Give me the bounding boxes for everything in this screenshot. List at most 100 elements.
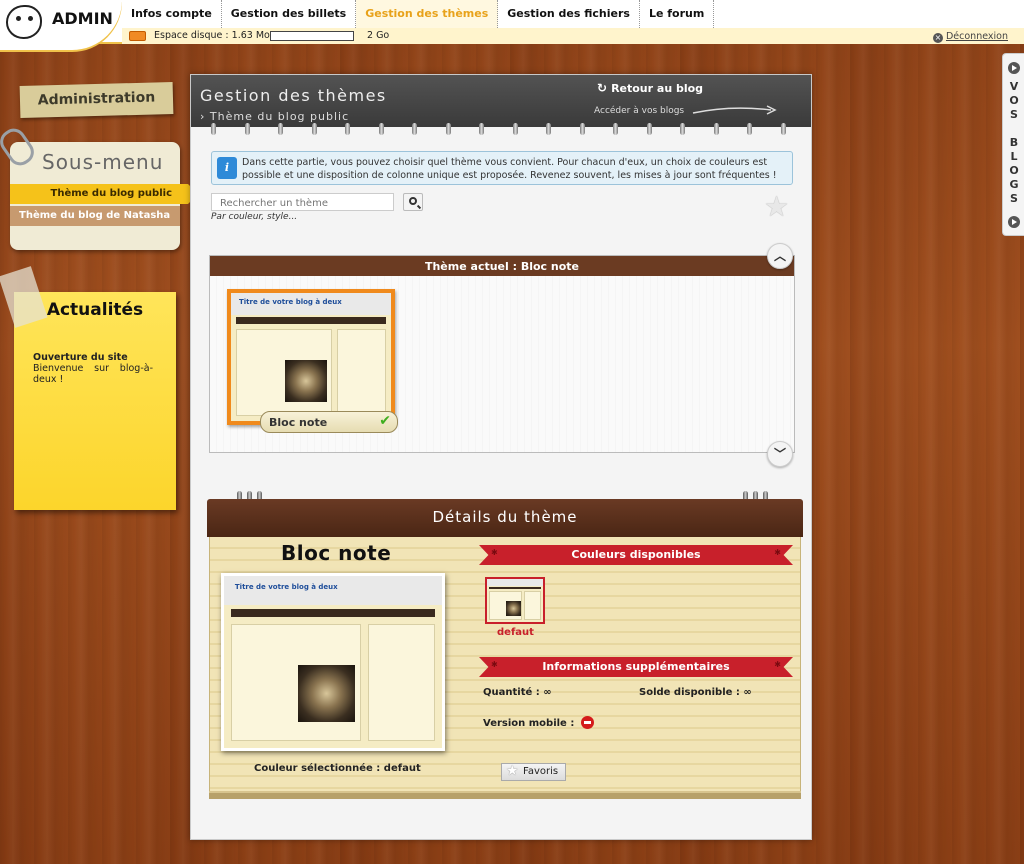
preview-image	[506, 601, 521, 616]
tab-gestion-themes[interactable]: Gestion des thèmes	[356, 0, 499, 28]
vos-blogs-label: VOS BLOGS	[1003, 80, 1024, 206]
current-theme-label: Bloc note ✔	[260, 411, 398, 433]
star-icon: ★	[506, 763, 519, 779]
search-hint: Par couleur, style...	[211, 212, 298, 222]
admin-logo[interactable]: ADMIN	[0, 0, 122, 50]
notebook-ring	[278, 123, 283, 135]
notebook-ring	[680, 123, 685, 135]
preview-nav	[230, 608, 436, 618]
preview-nav	[235, 317, 387, 324]
search-button[interactable]	[403, 193, 423, 211]
vos-blogs-letter: S	[1010, 108, 1018, 121]
notebook-ring	[646, 123, 652, 135]
news-sticky-note: Actualités Ouverture du site Bienvenue s…	[14, 292, 176, 510]
stick-face-icon	[6, 5, 42, 39]
vos-blogs-letter: G	[1009, 178, 1019, 191]
main-panel: Gestion des thèmes › Thème du blog publi…	[190, 74, 812, 840]
notebook-ring	[244, 123, 250, 135]
disk-usage-bar: Espace disque : 1.63 Mo 2 Go	[122, 28, 1024, 44]
chevron-down-icon: ﹀	[773, 447, 786, 461]
submenu-title: Sous-menu	[42, 150, 164, 174]
tab-gestion-fichiers[interactable]: Gestion des fichiers	[498, 0, 640, 28]
main-nav: Infos compte Gestion des billets Gestion…	[122, 0, 715, 28]
back-to-blog-link[interactable]: ↻ Retour au blog	[597, 81, 703, 95]
info-box: i Dans cette partie, vous pouvez choisir…	[211, 151, 793, 185]
minus-circle-icon	[580, 716, 594, 729]
favorite-button-label: Favoris	[523, 766, 559, 777]
administration-label: Administration	[19, 82, 174, 118]
star-icon: ✱	[774, 660, 781, 669]
chevron-up-icon: ︿	[773, 249, 786, 263]
tab-forum[interactable]: Le forum	[640, 0, 715, 28]
search-icon	[409, 197, 417, 205]
return-arrow-icon: ↻	[597, 81, 608, 95]
logout-label: Déconnexion	[945, 31, 1008, 42]
mobile-version-label: Version mobile :	[483, 718, 575, 729]
theme-details-header: Détails du thème	[207, 499, 803, 537]
quantity-label: Quantité : ∞	[483, 687, 552, 698]
scroll-down-button[interactable]: ﹀	[767, 441, 793, 467]
scroll-up-button[interactable]: ︿	[767, 243, 793, 269]
current-theme-name: Bloc note	[269, 416, 328, 429]
preview-sidebar	[523, 591, 542, 621]
current-theme-thumbnail[interactable]: Titre de votre blog à deux	[227, 289, 395, 425]
news-body: Bienvenue sur blog-à-deux !	[33, 363, 153, 385]
access-blogs-link[interactable]: Accéder à vos blogs	[594, 106, 684, 116]
vos-blogs-letter: S	[1010, 192, 1018, 205]
swoosh-arrow-icon	[692, 105, 777, 115]
selected-color-label: Couleur sélectionnée : defaut	[254, 763, 421, 774]
logout-link[interactable]: × Déconnexion	[932, 31, 1008, 43]
check-icon: ✔	[379, 413, 391, 429]
preview-title: Titre de votre blog à deux	[234, 582, 338, 591]
preview-header	[487, 579, 543, 587]
breadcrumb: › Thème du blog public	[200, 110, 350, 123]
arrow-right-icon	[1008, 216, 1020, 228]
submenu-item-blog-public[interactable]: Thème du blog public	[10, 184, 198, 204]
notebook-ring	[378, 123, 384, 135]
theme-search-input[interactable]	[211, 193, 394, 211]
page-title: Gestion des thèmes	[200, 86, 387, 105]
vos-blogs-letter: L	[1010, 150, 1018, 163]
submenu-item-blog-natasha[interactable]: Thème du blog de Natasha	[10, 206, 180, 226]
arrow-right-icon	[1008, 62, 1020, 74]
notebook-ring	[479, 123, 484, 135]
logo-text: ADMIN	[52, 9, 113, 28]
preview-image	[285, 359, 327, 402]
notebook-rings	[191, 123, 811, 135]
colors-ribbon: ✱ Couleurs disponibles ✱	[479, 545, 793, 565]
star-icon: ✱	[491, 548, 498, 557]
vos-blogs-letter: O	[1009, 94, 1019, 107]
theme-name: Bloc note	[281, 541, 392, 565]
mobile-version: Version mobile :	[483, 716, 594, 729]
details-bottom-edge	[209, 791, 801, 799]
preview-nav	[488, 587, 542, 590]
back-to-blog-label: Retour au blog	[611, 82, 704, 95]
color-swatch-label: defaut	[497, 627, 534, 638]
vos-blogs-letter	[1003, 122, 1024, 136]
info-icon: i	[217, 157, 237, 179]
current-theme-header: Thème actuel : Bloc note	[210, 256, 794, 276]
vos-blogs-letter: B	[1009, 136, 1019, 149]
disk-icon	[129, 31, 146, 41]
balance-label: Solde disponible : ∞	[639, 687, 752, 698]
star-icon: ✱	[774, 548, 781, 557]
submenu-panel: Sous-menu Thème du blog public Thème du …	[10, 142, 198, 250]
star-icon: ✱	[491, 660, 498, 669]
main-header: Gestion des thèmes › Thème du blog publi…	[191, 75, 811, 127]
preview-sidebar	[336, 328, 387, 416]
favorite-button[interactable]: ★ Favoris	[501, 763, 566, 781]
tab-gestion-billets[interactable]: Gestion des billets	[222, 0, 357, 28]
top-bar: ADMIN Infos compte Gestion des billets G…	[0, 0, 1024, 50]
info-ribbon: ✱ Informations supplémentaires ✱	[479, 657, 793, 677]
disk-usage-gauge	[270, 31, 354, 41]
notebook-ring	[512, 123, 518, 135]
notebook-ring	[780, 123, 786, 135]
star-icon[interactable]: ★	[764, 193, 789, 221]
tab-infos-compte[interactable]: Infos compte	[122, 0, 222, 28]
notebook-ring	[345, 123, 350, 135]
notebook-ring	[211, 123, 216, 135]
color-swatch-default[interactable]	[485, 577, 545, 624]
disk-max-label: 2 Go	[367, 30, 390, 41]
notebook-ring	[613, 123, 618, 135]
vos-blogs-side-tab[interactable]: VOS BLOGS	[1002, 53, 1024, 236]
